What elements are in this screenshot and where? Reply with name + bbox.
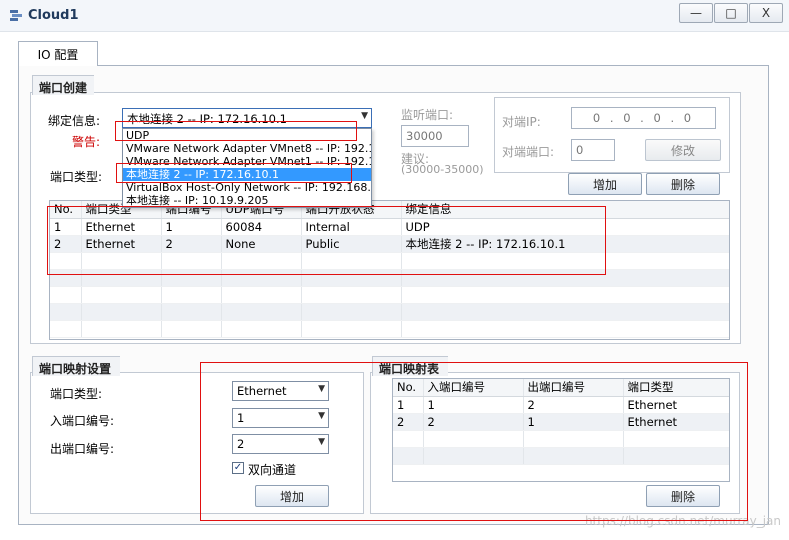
table-cell: Ethernet — [623, 396, 729, 414]
table-cell: 1 — [523, 413, 624, 431]
table-row[interactable]: 2 2 1 Ethernet — [393, 413, 729, 431]
peer-ip-input[interactable]: 0 . 0 . 0 . 0 — [571, 107, 716, 129]
table-cell: 2 — [161, 235, 222, 253]
out-port-select[interactable]: 2 ▼ — [232, 434, 329, 454]
mapping-table-title: 端口映射表 — [372, 356, 448, 376]
port-type-label: 端口类型: — [50, 170, 103, 184]
table-cell: Ethernet — [623, 413, 729, 431]
out-port-label: 出端口编号: — [50, 442, 115, 456]
out-port-value: 2 — [237, 437, 245, 451]
modify-button[interactable]: 修改 — [645, 139, 721, 161]
minimize-icon: — — [690, 6, 702, 20]
empty-row — [50, 320, 729, 338]
column-header[interactable]: No. — [393, 379, 424, 397]
mapping-port-type-select[interactable]: Ethernet ▼ — [232, 381, 329, 401]
mapping-table: No. 入端口编号 出端口编号 端口类型 1 1 2 Ethernet 2 2 … — [393, 379, 729, 465]
empty-row — [50, 269, 729, 287]
dropdown-option[interactable]: VMware Network Adapter VMnet1 -- IP: 192… — [123, 155, 371, 168]
table-cell: None — [221, 235, 302, 253]
mapping-table-container: No. 入端口编号 出端口编号 端口类型 1 1 2 Ethernet 2 2 … — [392, 378, 730, 482]
empty-row — [50, 286, 729, 304]
chevron-down-icon: ▼ — [361, 111, 368, 121]
table-header-row: No. 入端口编号 出端口编号 端口类型 — [393, 379, 729, 397]
listen-port-input[interactable]: 30000 — [401, 125, 469, 147]
table-cell: Internal — [301, 218, 402, 236]
chevron-down-icon: ▼ — [318, 411, 325, 421]
mapping-port-type-value: Ethernet — [237, 384, 287, 398]
chevron-down-icon: ▼ — [318, 437, 325, 447]
table-cell: 2 — [523, 396, 624, 414]
suggest-range: (30000-35000) — [401, 163, 484, 176]
in-port-value: 1 — [237, 411, 245, 425]
delete-mapping-button[interactable]: 删除 — [646, 485, 720, 507]
bidirectional-checkbox[interactable]: ✓ — [232, 462, 244, 474]
table-cell: Ethernet — [81, 218, 162, 236]
table-cell: 2 — [393, 413, 424, 431]
empty-row — [50, 252, 729, 270]
empty-row — [393, 447, 729, 465]
column-header[interactable]: 绑定信息 — [401, 201, 729, 219]
bind-info-value: 本地连接 2 -- IP: 172.16.10.1 — [127, 112, 287, 126]
title-bar: Cloud1 — □ X — [0, 0, 789, 32]
table-cell: UDP — [401, 218, 729, 236]
bind-info-select[interactable]: 本地连接 2 -- IP: 172.16.10.1 ▼ — [122, 108, 372, 128]
close-icon: X — [761, 6, 771, 20]
empty-row — [50, 303, 729, 321]
table-row[interactable]: 2 Ethernet 2 None Public 本地连接 2 -- IP: 1… — [50, 235, 729, 253]
maximize-button[interactable]: □ — [714, 3, 748, 23]
mapping-settings-title: 端口映射设置 — [32, 356, 120, 376]
table-row[interactable]: 1 Ethernet 1 60084 Internal UDP — [50, 218, 729, 236]
table-cell: 1 — [161, 218, 222, 236]
column-header[interactable]: No. — [50, 201, 82, 219]
table-cell: Public — [301, 235, 402, 253]
add-port-button[interactable]: 增加 — [568, 173, 642, 195]
bind-info-label: 绑定信息: — [48, 114, 101, 128]
dropdown-option[interactable]: VMware Network Adapter VMnet8 -- IP: 192… — [123, 142, 371, 155]
table-row[interactable]: 1 1 2 Ethernet — [393, 396, 729, 414]
table-cell: 1 — [423, 396, 524, 414]
chevron-down-icon: ▼ — [318, 384, 325, 394]
bind-info-dropdown: UDP VMware Network Adapter VMnet8 -- IP:… — [122, 128, 372, 208]
port-table-container: No. 端口类型 端口编号 UDP端口号 端口开放状态 绑定信息 1 Ether… — [49, 200, 730, 340]
tab-io-config[interactable]: IO 配置 — [18, 41, 98, 66]
cloud-app-icon — [10, 10, 22, 21]
dropdown-option-selected[interactable]: 本地连接 2 -- IP: 172.16.10.1 — [123, 168, 371, 181]
table-cell: 1 — [393, 396, 424, 414]
table-cell: 2 — [423, 413, 524, 431]
column-header[interactable]: 出端口编号 — [523, 379, 624, 397]
bidirectional-label: 双向通道 — [248, 463, 297, 477]
maximize-icon: □ — [725, 6, 737, 20]
table-cell: 60084 — [221, 218, 302, 236]
dropdown-option[interactable]: 本地连接 -- IP: 10.19.9.205 — [123, 194, 371, 207]
add-mapping-button[interactable]: 增加 — [255, 485, 329, 507]
warning-label: 警告: — [72, 135, 101, 149]
port-create-title: 端口创建 — [32, 75, 94, 95]
empty-row — [393, 430, 729, 448]
table-cell: 2 — [50, 235, 82, 253]
peer-port-label: 对端端口: — [502, 145, 555, 159]
in-port-label: 入端口编号: — [50, 414, 115, 428]
window-title: Cloud1 — [28, 8, 79, 23]
peer-ip-label: 对端IP: — [502, 115, 541, 129]
dropdown-option[interactable]: VirtualBox Host-Only Network -- IP: 192.… — [123, 181, 371, 194]
port-table: No. 端口类型 端口编号 UDP端口号 端口开放状态 绑定信息 1 Ether… — [50, 201, 729, 338]
minimize-button[interactable]: — — [679, 3, 713, 23]
close-button[interactable]: X — [749, 3, 783, 23]
column-header[interactable]: 端口类型 — [623, 379, 729, 397]
peer-port-input[interactable]: 0 — [571, 139, 615, 161]
in-port-select[interactable]: 1 ▼ — [232, 408, 329, 428]
table-cell: 本地连接 2 -- IP: 172.16.10.1 — [401, 235, 729, 253]
table-cell: 1 — [50, 218, 82, 236]
delete-port-button[interactable]: 删除 — [646, 173, 720, 195]
table-cell: Ethernet — [81, 235, 162, 253]
listen-port-label: 监听端口: — [401, 108, 454, 122]
dropdown-option[interactable]: UDP — [123, 129, 371, 142]
column-header[interactable]: 入端口编号 — [423, 379, 524, 397]
watermark-text: https://blog.csdn.net/murray_jan — [584, 514, 781, 528]
mapping-port-type-label: 端口类型: — [50, 387, 103, 401]
